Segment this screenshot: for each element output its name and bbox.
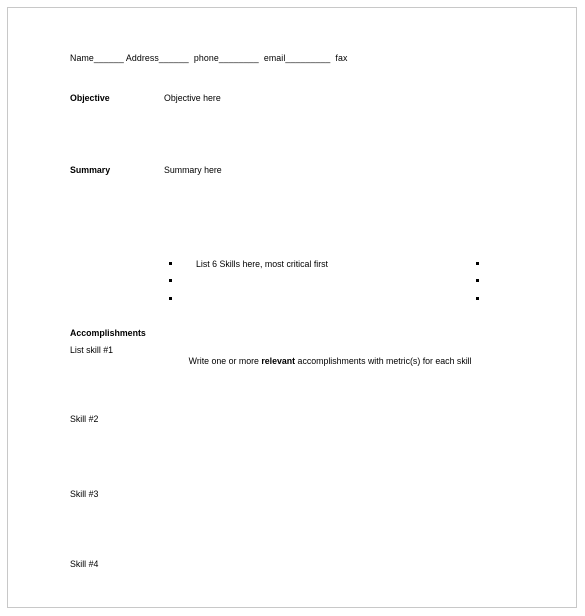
bullet-icon bbox=[476, 262, 479, 265]
bullet-icon bbox=[169, 262, 172, 265]
resume-template-body: Name______ Address______ phone________ e… bbox=[8, 8, 576, 607]
bullet-icon bbox=[476, 279, 479, 283]
skills-bullet-list-left: List 6 Skills here, most critical first bbox=[169, 258, 328, 310]
list-item bbox=[169, 293, 328, 310]
list-item: List 6 Skills here, most critical first bbox=[169, 258, 328, 275]
skill-3-label: Skill #3 bbox=[70, 489, 99, 499]
list-item bbox=[169, 275, 328, 292]
accomplishments-heading: Accomplishments bbox=[70, 328, 146, 338]
summary-label: Summary bbox=[70, 165, 111, 175]
objective-label: Objective bbox=[70, 93, 110, 103]
contact-header-line: Name______ Address______ phone________ e… bbox=[70, 53, 348, 63]
list-item-label: List 6 Skills here, most critical first bbox=[196, 259, 328, 269]
accomplishments-instruction: Write one or more relevant accomplishmen… bbox=[174, 345, 472, 378]
skill-4-label: Skill #4 bbox=[70, 559, 99, 569]
instruction-emphasis: relevant bbox=[261, 355, 296, 366]
bullet-icon bbox=[169, 279, 172, 283]
document-page: Name______ Address______ phone________ e… bbox=[7, 7, 577, 608]
skill-2-label: Skill #2 bbox=[70, 414, 99, 424]
instruction-suffix: accomplishments with metric(s) for each … bbox=[295, 355, 472, 366]
summary-content: Summary here bbox=[164, 165, 222, 175]
instruction-prefix: Write one or more bbox=[188, 355, 262, 366]
bullet-icon bbox=[169, 296, 172, 300]
objective-content: Objective here bbox=[164, 93, 221, 103]
bullet-icon bbox=[476, 296, 479, 300]
skill-1-label: List skill #1 bbox=[70, 345, 114, 355]
